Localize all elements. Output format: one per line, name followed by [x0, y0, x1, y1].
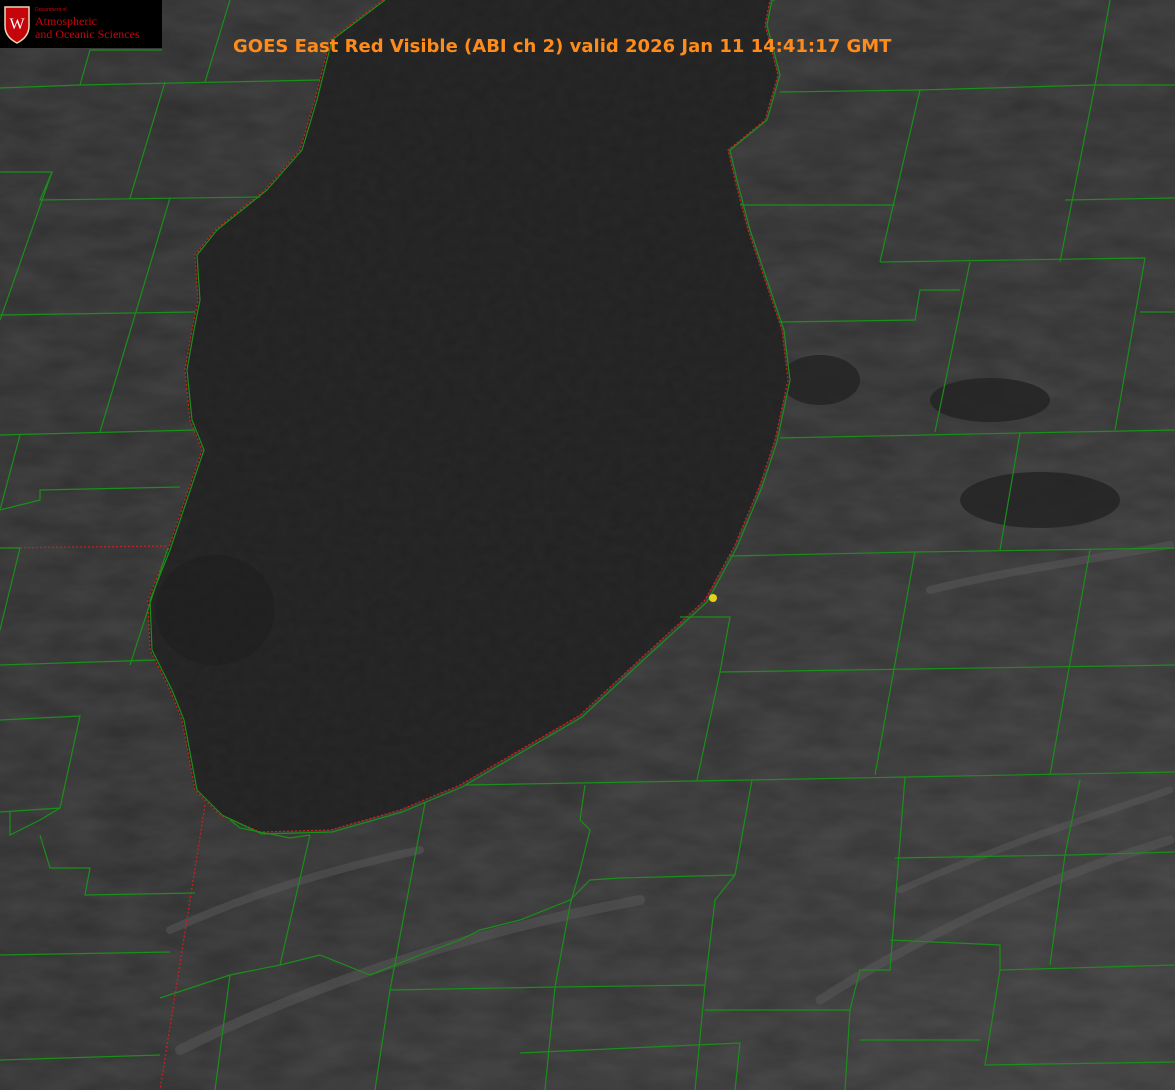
map-title: GOES East Red Visible (ABI ch 2) valid 2…	[233, 36, 892, 57]
lake-dark-plume	[155, 555, 275, 665]
logo-department: Department of	[35, 7, 67, 13]
seal-letter: W	[9, 16, 25, 33]
logo-line-1: Atmospheric	[35, 14, 97, 28]
location-marker-icon[interactable]	[709, 594, 717, 602]
satellite-map[interactable]	[0, 0, 1175, 1090]
uw-crest-icon: W	[4, 6, 30, 44]
logo: W Department of Atmospheric and Oceanic …	[0, 0, 162, 48]
logo-line-2: and Oceanic Sciences	[35, 27, 140, 41]
